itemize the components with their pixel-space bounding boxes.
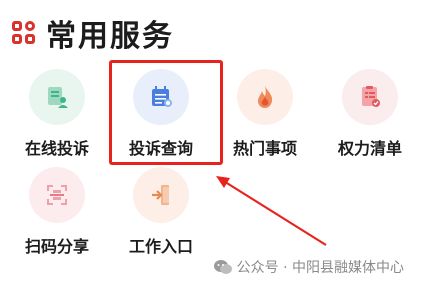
annotation-arrow [216,176,327,246]
wechat-icon [213,260,232,274]
watermark-text: 公众号 · 中阳县融媒体中心 [236,260,404,276]
watermark: 公众号 · 中阳县融媒体中心 [213,257,404,277]
